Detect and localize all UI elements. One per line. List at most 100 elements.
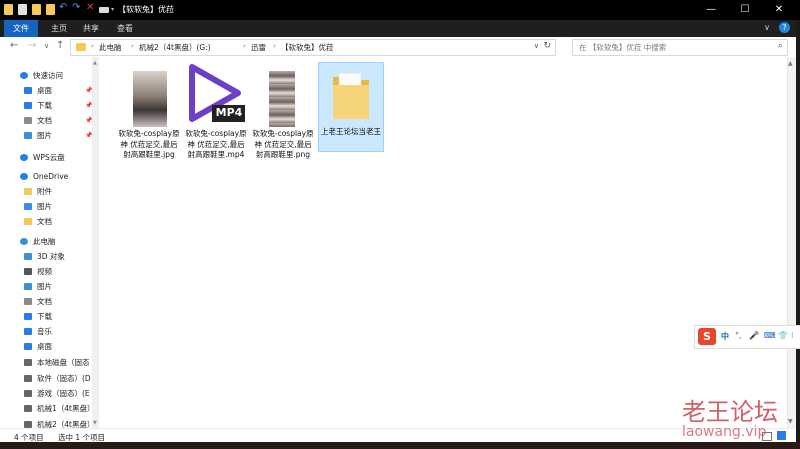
sidebar-item[interactable]: 下载 bbox=[24, 99, 52, 113]
sidebar-item[interactable]: 快速访问 bbox=[20, 69, 63, 83]
toolbox-icon[interactable]: ⁝ bbox=[791, 331, 794, 340]
sidebar-item[interactable]: 此电脑 bbox=[20, 235, 56, 249]
sidebar-item[interactable]: 游戏（固态）(E bbox=[24, 387, 90, 401]
pictures-icon bbox=[24, 283, 32, 290]
minimize-button[interactable]: — bbox=[694, 0, 728, 20]
background-strip bbox=[0, 442, 800, 449]
documents-icon bbox=[24, 298, 32, 305]
expand-ribbon-icon[interactable]: ∨ bbox=[764, 23, 770, 32]
breadcrumb-separator: › bbox=[131, 42, 134, 50]
sidebar-item[interactable]: OneDrive bbox=[20, 170, 68, 184]
file-item-png[interactable]: 软软兔-cosplay原神 优菈足交,最后射高跟鞋里.png bbox=[251, 63, 315, 173]
nav-scroll-up-icon[interactable]: ▲ bbox=[93, 60, 97, 66]
sidebar-item[interactable]: 本地磁盘（固态 bbox=[24, 356, 90, 370]
refresh-icon[interactable]: ↻ bbox=[543, 41, 551, 51]
sidebar-item[interactable]: 机械1（4t黑盘） bbox=[24, 402, 94, 416]
sidebar-item-label: 文档 bbox=[37, 297, 52, 306]
up-button[interactable]: ↑ bbox=[56, 40, 64, 51]
sogou-logo-icon[interactable]: S bbox=[698, 328, 716, 345]
watermark-url: laowang.vip bbox=[682, 424, 767, 440]
help-icon[interactable]: ? bbox=[779, 22, 790, 33]
search-input[interactable]: 在 【软软兔】优菈 中搜索 ⌕ bbox=[572, 39, 788, 56]
sidebar-item-label: 软件（固态）(D bbox=[37, 374, 91, 383]
drive-icon bbox=[24, 359, 32, 366]
ribbon-tabs: 文件 主页 共享 查看 ∨ ? bbox=[0, 20, 800, 37]
sidebar-item-label: 机械1（4t黑盘） bbox=[37, 404, 95, 413]
recent-locations-button[interactable]: ∨ bbox=[44, 42, 49, 50]
image-thumbnail-icon bbox=[133, 71, 167, 127]
sidebar-item-label: WPS云盘 bbox=[33, 153, 65, 162]
mp4-badge: MP4 bbox=[215, 106, 243, 119]
file-item-mp4[interactable]: MP4 软软兔-cosplay原神 优菈足交,最后射高跟鞋里.mp4 bbox=[184, 63, 248, 173]
ime-toolbar[interactable]: S 中 °, 🎤 ⌨ 👕 ⁝ bbox=[694, 325, 800, 349]
skin-icon[interactable]: 👕 bbox=[778, 331, 788, 340]
folder-icon bbox=[4, 4, 13, 15]
sidebar-item[interactable]: 文档 bbox=[24, 215, 52, 229]
back-button[interactable]: ← bbox=[10, 40, 18, 51]
nav-scroll-down-icon[interactable]: ▼ bbox=[93, 420, 97, 426]
new-folder-icon[interactable] bbox=[32, 4, 41, 15]
star-icon bbox=[20, 72, 28, 79]
sidebar-item[interactable]: 音乐 bbox=[24, 325, 52, 339]
download-icon bbox=[24, 313, 32, 320]
redo-icon[interactable]: ↷ bbox=[72, 2, 81, 13]
tab-home[interactable]: 主页 bbox=[44, 20, 74, 37]
address-bar[interactable]: › 此电脑 › 机械2（4t黑盘）(G:) › 迅雷 › 【软软兔】优菈 ∨ ↻ bbox=[70, 39, 556, 56]
background-strip bbox=[796, 20, 800, 449]
sidebar-item[interactable]: 软件（固态）(D bbox=[24, 372, 91, 386]
sidebar-item[interactable]: 文档 bbox=[24, 114, 52, 128]
sidebar-item[interactable]: 图片 bbox=[24, 200, 52, 214]
file-name: 上老王论坛当老王 bbox=[321, 127, 381, 136]
sidebar-item[interactable]: 下载 bbox=[24, 310, 52, 324]
breadcrumb-separator: › bbox=[91, 42, 94, 50]
folder-item[interactable]: 上老王论坛当老王 bbox=[318, 62, 384, 152]
close-button[interactable]: ✕ bbox=[762, 0, 796, 20]
rename-icon[interactable] bbox=[99, 7, 109, 13]
keyboard-icon[interactable]: ⌨ bbox=[764, 331, 776, 340]
sidebar-item[interactable]: 机械2（4t黑盘） bbox=[24, 418, 94, 428]
large-icons-view-icon[interactable] bbox=[777, 431, 786, 440]
breadcrumb-drive-g[interactable]: 机械2（4t黑盘）(G:) bbox=[139, 42, 211, 53]
pictures-icon bbox=[24, 132, 32, 139]
tab-share[interactable]: 共享 bbox=[76, 20, 106, 37]
scroll-up-icon[interactable]: ▲ bbox=[788, 60, 793, 67]
sidebar-item[interactable]: 附件 bbox=[24, 185, 52, 199]
scroll-down-icon[interactable]: ▼ bbox=[788, 418, 793, 425]
chinese-mode-icon[interactable]: 中 bbox=[721, 331, 729, 342]
file-list: 软软兔-cosplay原神 优菈足交,最后射高跟鞋里.jpg MP4 软软兔-c… bbox=[98, 57, 788, 428]
punctuation-icon[interactable]: °, bbox=[735, 331, 742, 340]
maximize-button[interactable]: ☐ bbox=[728, 0, 762, 20]
tab-view[interactable]: 查看 bbox=[110, 20, 140, 37]
delete-icon[interactable]: ✕ bbox=[86, 2, 95, 13]
watermark-title: 老王论坛 bbox=[682, 398, 778, 426]
properties-icon[interactable] bbox=[18, 4, 27, 15]
breadcrumb-this-pc[interactable]: 此电脑 bbox=[99, 42, 122, 53]
breadcrumb-current-folder[interactable]: 【软软兔】优菈 bbox=[281, 42, 334, 53]
folder-icon[interactable] bbox=[46, 4, 55, 15]
breadcrumb-xunlei[interactable]: 迅雷 bbox=[251, 42, 266, 53]
sidebar-item[interactable]: WPS云盘 bbox=[20, 151, 65, 165]
file-item-jpg[interactable]: 软软兔-cosplay原神 优菈足交,最后射高跟鞋里.jpg bbox=[117, 63, 181, 173]
sidebar-item[interactable]: 3D 对象 bbox=[24, 250, 65, 264]
address-history-icon[interactable]: ∨ bbox=[534, 42, 539, 50]
status-bar: 4 个项目 选中 1 个项目 bbox=[0, 428, 796, 443]
forward-button[interactable]: → bbox=[28, 40, 36, 51]
sidebar-item[interactable]: 视频 bbox=[24, 265, 52, 279]
sidebar-item-label: 快速访问 bbox=[33, 71, 63, 80]
file-name: 软软兔-cosplay原神 优菈足交,最后射高跟鞋里.png bbox=[252, 129, 314, 159]
sidebar-item[interactable]: 桌面 bbox=[24, 340, 52, 354]
sidebar-item[interactable]: 文档 bbox=[24, 295, 52, 309]
cloud-icon bbox=[20, 154, 28, 161]
sidebar-item[interactable]: 图片 bbox=[24, 129, 52, 143]
drive-icon bbox=[24, 421, 32, 428]
sidebar-item[interactable]: 图片 bbox=[24, 280, 52, 294]
sidebar-item-label: 下载 bbox=[37, 312, 52, 321]
undo-icon[interactable]: ↶ bbox=[59, 2, 68, 13]
sidebar-item-label: 文档 bbox=[37, 116, 52, 125]
file-name: 软软兔-cosplay原神 优菈足交,最后射高跟鞋里.jpg bbox=[118, 129, 180, 159]
breadcrumb-separator: › bbox=[243, 42, 246, 50]
search-icon[interactable]: ⌕ bbox=[778, 41, 783, 51]
sidebar-item[interactable]: 桌面 bbox=[24, 84, 52, 98]
tab-file[interactable]: 文件 bbox=[4, 20, 38, 37]
microphone-icon[interactable]: 🎤 bbox=[749, 331, 759, 340]
